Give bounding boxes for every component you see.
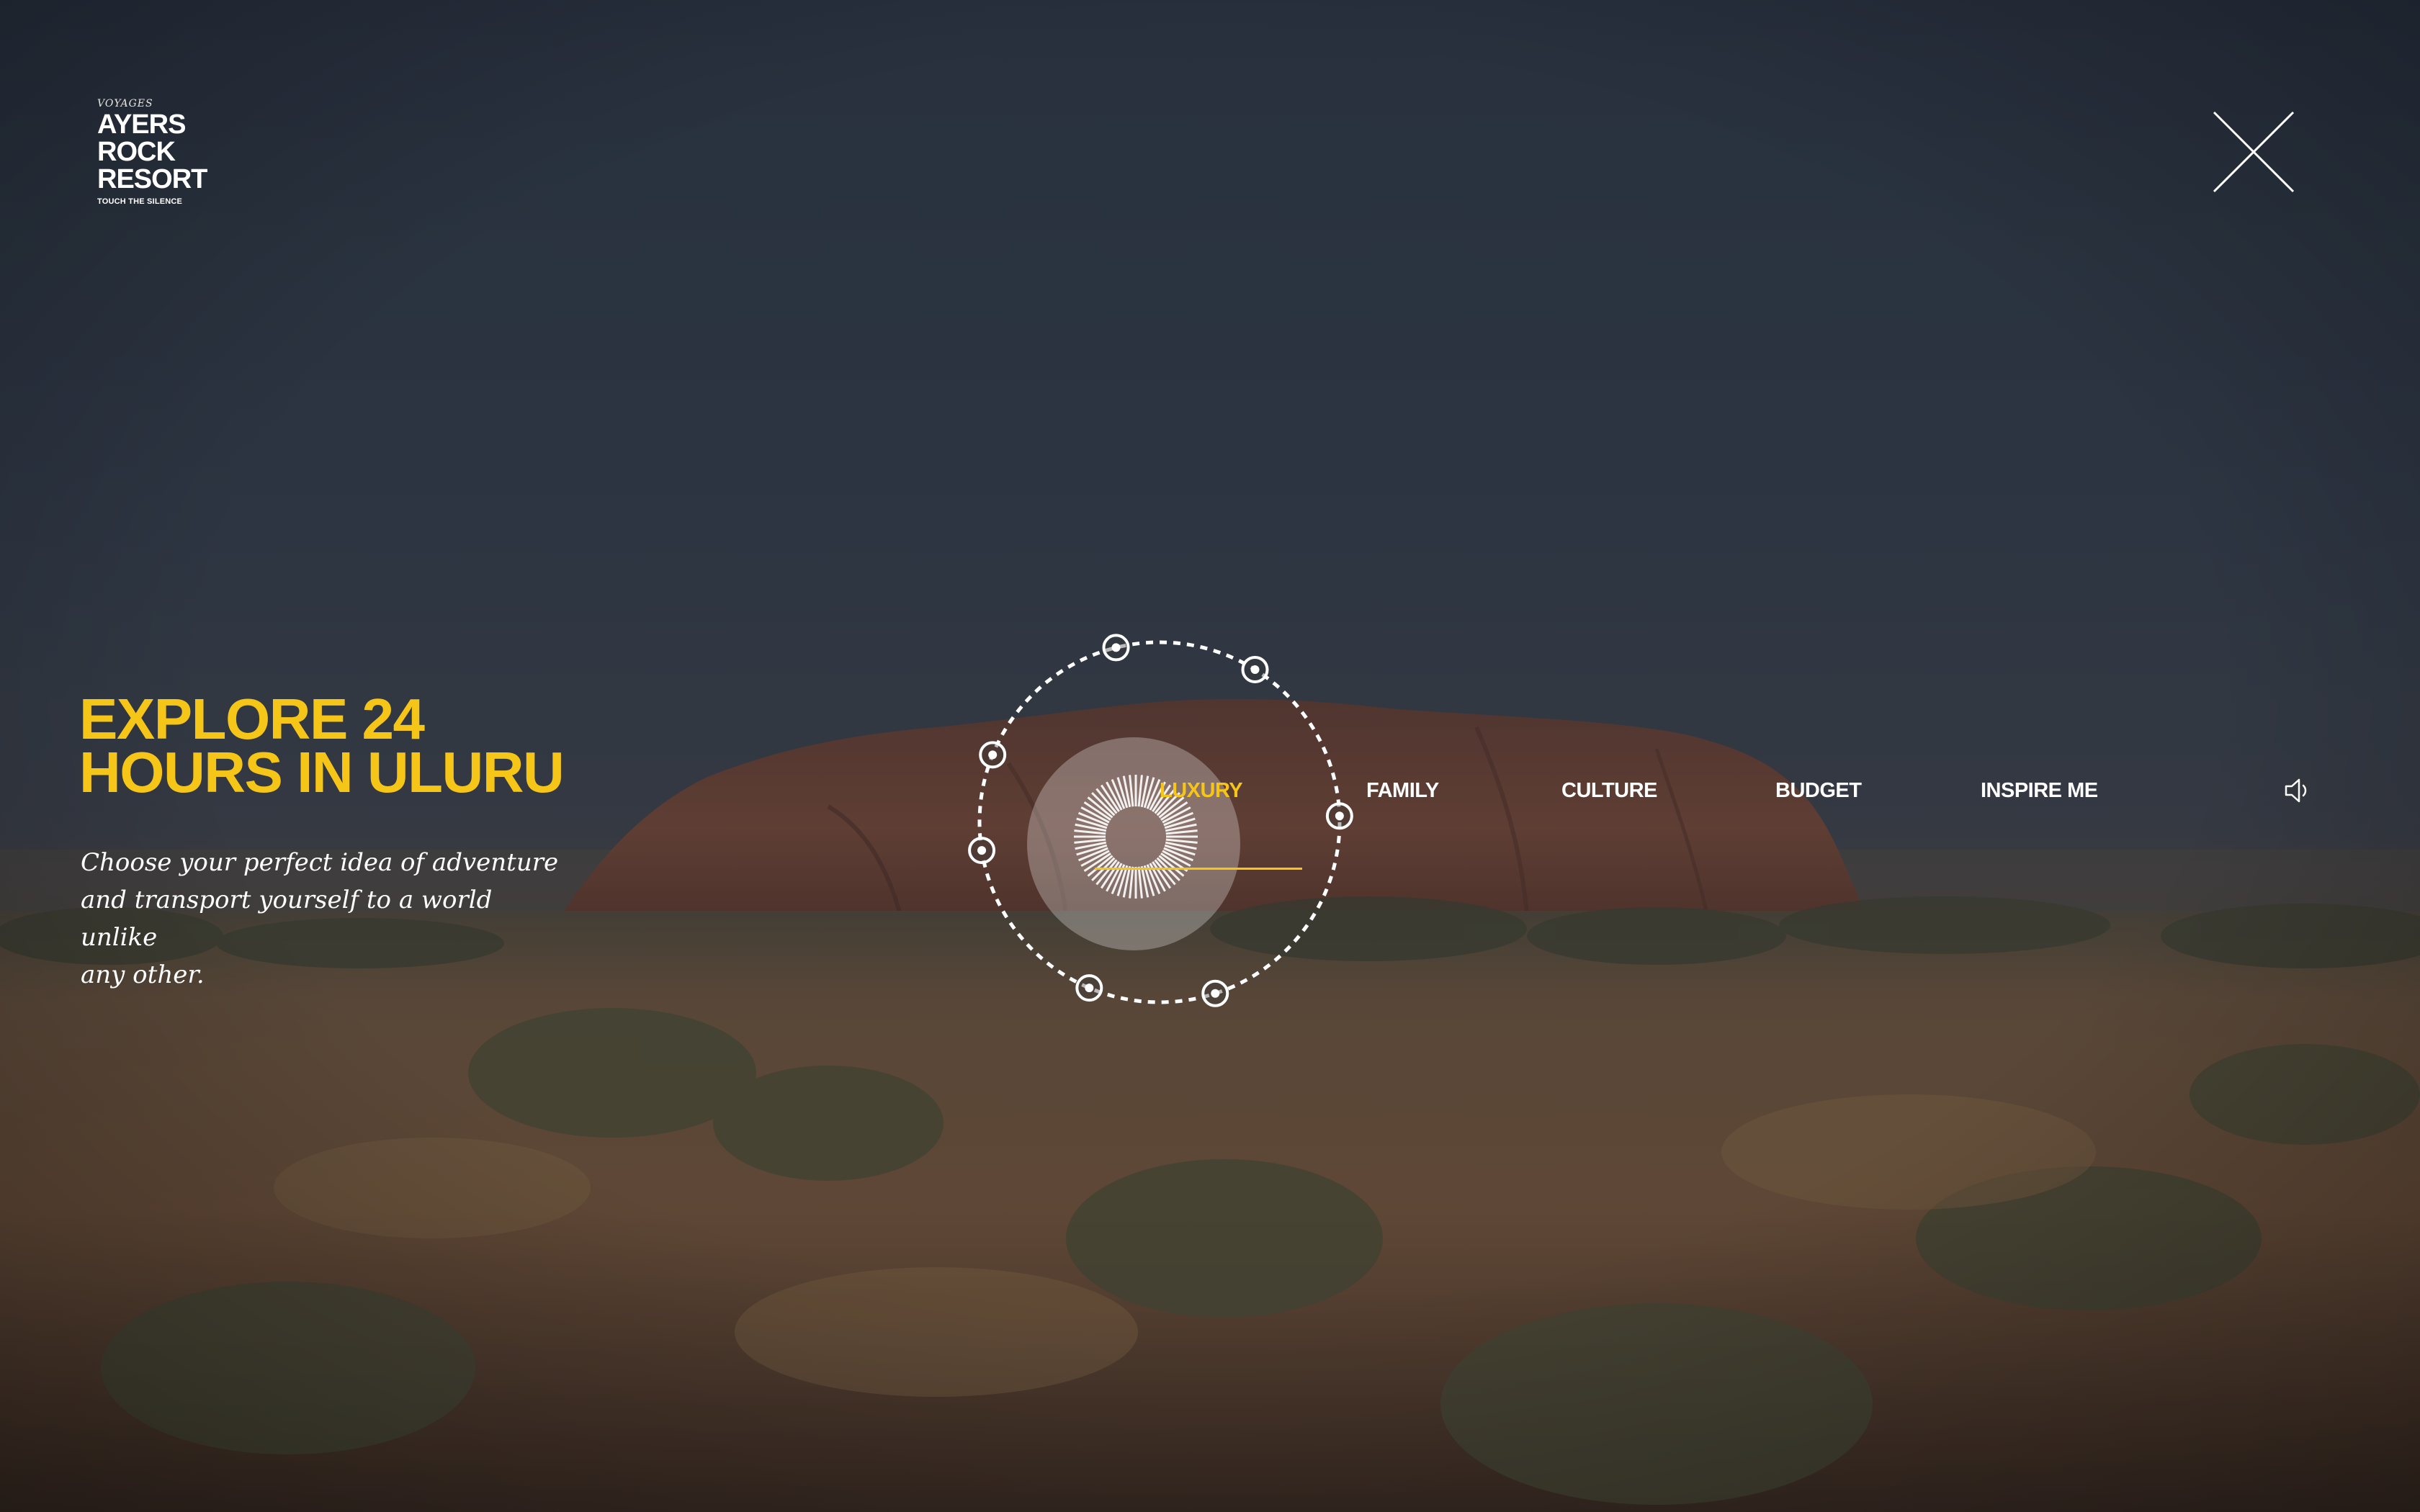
dial-marker-dot: [1211, 989, 1220, 998]
speaker-icon: [2285, 778, 2307, 803]
page-subtitle-line-2: and transport yourself to a world unlike: [81, 886, 493, 952]
resort-logo[interactable]: VOYAGES AYERS ROCK RESORT TOUCH THE SILE…: [97, 98, 220, 206]
nav-budget[interactable]: BUDGET: [1775, 779, 1862, 803]
dial-marker-dot: [1085, 984, 1094, 993]
nav-active-underline: [1095, 868, 1302, 870]
logo-tagline-top: VOYAGES: [97, 98, 153, 109]
logo-word-2: ROCK: [97, 137, 176, 167]
page-title: EXPLORE 24 HOURS IN ULURU: [79, 687, 598, 804]
page-subtitle-line-3: any other.: [81, 960, 205, 989]
page-subtitle: Choose your perfect idea of adventure an…: [81, 844, 570, 994]
logo-word-1: AYERS: [97, 109, 186, 140]
dial-marker-dot: [1335, 811, 1344, 821]
page-title-line-1: EXPLORE 24: [79, 687, 425, 751]
close-icon: [2213, 111, 2295, 193]
dial-marker-dot: [1250, 665, 1260, 674]
nav-family[interactable]: FAMILY: [1366, 779, 1439, 803]
close-button[interactable]: [2211, 109, 2296, 194]
page-title-line-2: HOURS IN ULURU: [79, 740, 565, 804]
dial-marker-dot: [1111, 643, 1121, 652]
time-dial-icon: [968, 634, 1353, 1007]
nav-luxury[interactable]: LUXURY: [1160, 779, 1243, 803]
logo-tagline-bottom: TOUCH THE SILENCE: [97, 197, 183, 206]
logo-word-3: RESORT: [97, 164, 207, 194]
dial-marker-dot: [988, 750, 998, 760]
nav-inspire-me[interactable]: INSPIRE ME: [1981, 779, 2098, 803]
time-dial[interactable]: [951, 634, 1354, 1008]
dial-marker-dot: [977, 846, 987, 855]
nav-culture[interactable]: CULTURE: [1561, 779, 1657, 803]
sound-toggle-button[interactable]: [2283, 776, 2315, 805]
page-subtitle-line-1: Choose your perfect idea of adventure: [81, 848, 559, 877]
